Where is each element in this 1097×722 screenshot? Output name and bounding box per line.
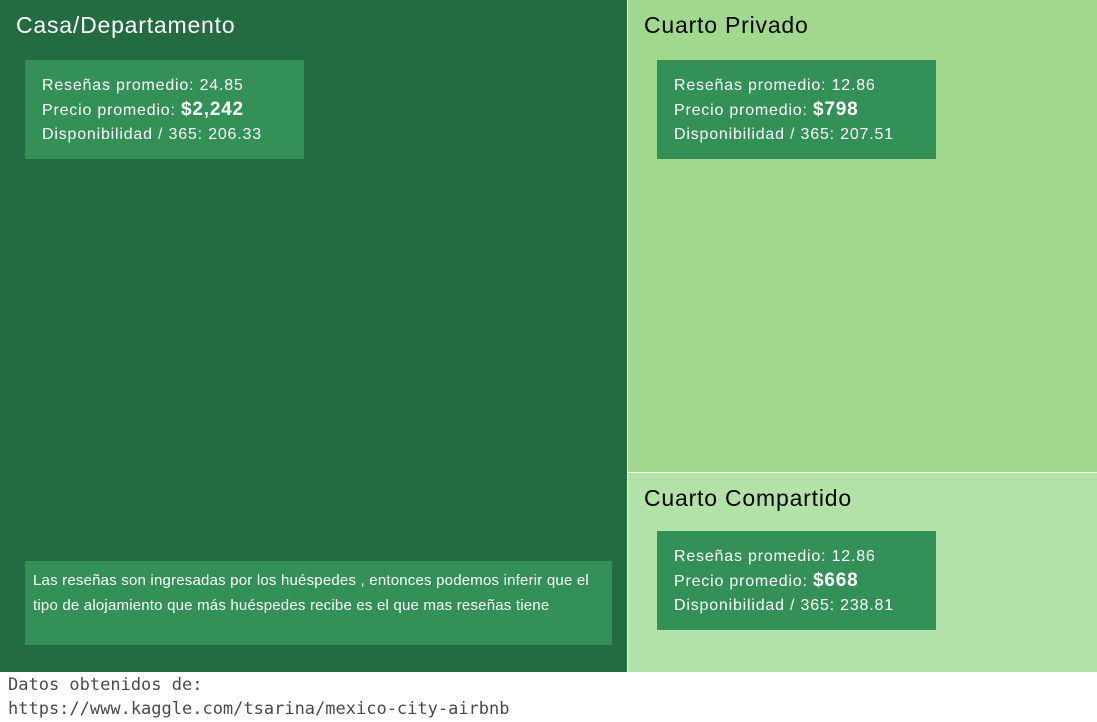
reviews-line: Reseñas promedio: 12.86 (674, 74, 936, 98)
price-label: Precio promedio: (42, 102, 176, 119)
availability-value: 238.81 (840, 597, 894, 614)
tile-cuarto-compartido: Cuarto Compartido Reseñas promedio: 12.86… (628, 473, 1097, 672)
availability-label: Disponibilidad / 365: (674, 597, 835, 614)
reviews-label: Reseñas promedio: (674, 548, 827, 565)
availability-value: 207.51 (840, 126, 894, 143)
price-value: $2,242 (181, 99, 244, 120)
price-value: $798 (813, 99, 859, 120)
stats-box: Reseñas promedio: 12.86 Precio promedio: … (657, 531, 936, 630)
availability-value: 206.33 (208, 126, 262, 143)
availability-line: Disponibilidad / 365: 238.81 (674, 594, 936, 618)
price-label: Precio promedio: (674, 573, 808, 590)
stats-box: Reseñas promedio: 12.86 Precio promedio: … (657, 60, 936, 159)
reviews-label: Reseñas promedio: (674, 77, 827, 94)
annotation-box: Las reseñas son ingresadas por los huésp… (25, 561, 612, 645)
reviews-label: Reseñas promedio: (42, 77, 195, 94)
availability-label: Disponibilidad / 365: (42, 126, 203, 143)
availability-line: Disponibilidad / 365: 207.51 (674, 123, 936, 147)
tile-cuarto-privado: Cuarto Privado Reseñas promedio: 12.86 Pre… (628, 0, 1097, 472)
tile-casa-departamento: Casa/Departamento Reseñas promedio: 24.85… (0, 0, 627, 672)
tile-title: Cuarto Privado (644, 12, 809, 38)
price-label: Precio promedio: (674, 102, 808, 119)
reviews-value: 12.86 (831, 77, 876, 94)
tile-title: Cuarto Compartido (644, 485, 852, 511)
source-url: https://www.kaggle.com/tsarina/mexico-ci… (8, 699, 510, 719)
stats-box: Reseñas promedio: 24.85 Precio promedio: … (25, 60, 304, 159)
tile-title: Casa/Departamento (16, 12, 236, 38)
reviews-line: Reseñas promedio: 12.86 (674, 545, 936, 569)
source-label: Datos obtenidos de: (8, 675, 203, 695)
data-source-footer: Datos obtenidos de: https://www.kaggle.c… (8, 673, 510, 721)
availability-line: Disponibilidad / 365: 206.33 (42, 123, 304, 147)
treemap: Casa/Departamento Reseñas promedio: 24.85… (0, 0, 1097, 672)
price-line: Precio promedio: $668 (674, 569, 936, 594)
price-value: $668 (813, 570, 859, 591)
reviews-value: 24.85 (199, 77, 244, 94)
reviews-line: Reseñas promedio: 24.85 (42, 74, 304, 98)
reviews-value: 12.86 (831, 548, 876, 565)
price-line: Precio promedio: $798 (674, 98, 936, 123)
availability-label: Disponibilidad / 365: (674, 126, 835, 143)
price-line: Precio promedio: $2,242 (42, 98, 304, 123)
